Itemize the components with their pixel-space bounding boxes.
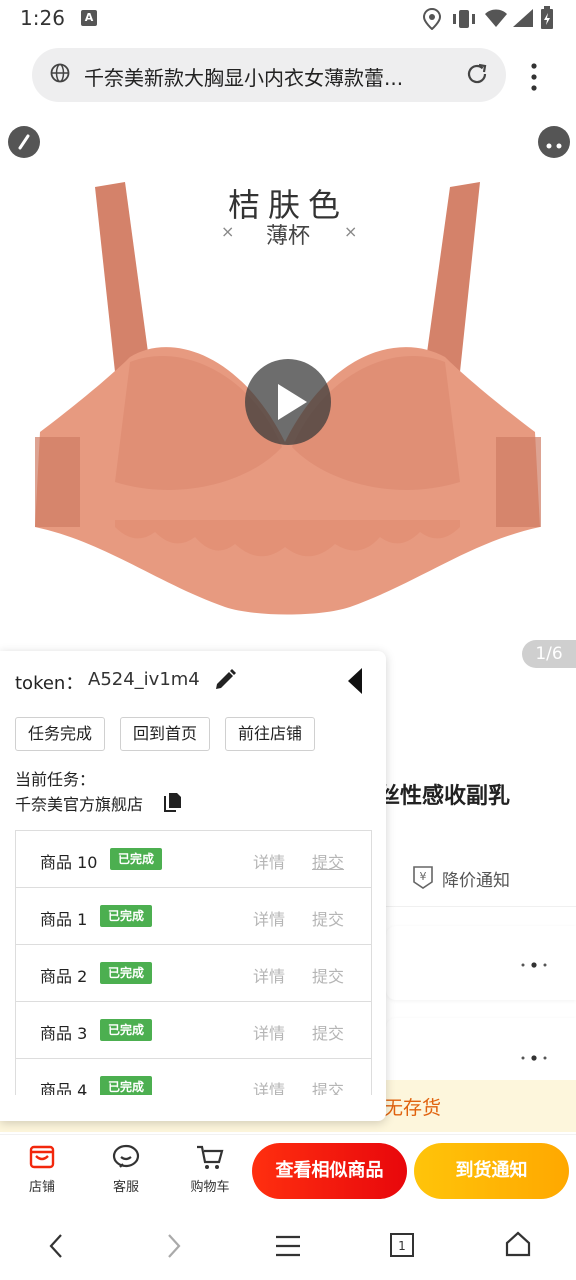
more-dots-icon[interactable] (520, 1055, 550, 1061)
detail-link[interactable]: 详情 (253, 906, 285, 930)
status-time: 1:26 (20, 6, 65, 30)
nav-back-icon[interactable] (44, 1232, 68, 1260)
submit-link[interactable]: 提交 (312, 1020, 344, 1044)
go-store-button[interactable]: 前往店铺 (225, 717, 315, 751)
list-item: 商品 10 已完成 详情 提交 (16, 831, 371, 888)
notification-a-icon: A (81, 10, 97, 26)
item-list: 商品 10 已完成 详情 提交 商品 1 已完成 详情 提交 商品 2 已完成 … (15, 830, 372, 1095)
status-badge: 已完成 (100, 1019, 153, 1041)
color-subtitle: 薄杯 (265, 224, 310, 249)
back-arrow-icon (18, 134, 30, 150)
item-name: 商品 10 (40, 853, 98, 872)
token-value: A524_iv1m4 (88, 669, 200, 690)
back-button[interactable] (8, 126, 40, 158)
shop-tool[interactable]: 店铺 (14, 1142, 70, 1195)
product-title-fragment: 丝性感收副乳 (378, 784, 511, 809)
cart-tool[interactable]: 购物车 (182, 1142, 238, 1195)
vibrate-icon (453, 10, 475, 28)
service-icon (112, 1144, 140, 1168)
nav-forward-icon[interactable] (162, 1232, 186, 1260)
token-label: token： (15, 673, 84, 694)
svg-text:¥: ¥ (420, 870, 427, 883)
pencil-icon[interactable] (213, 668, 237, 692)
back-home-button[interactable]: 回到首页 (120, 717, 210, 751)
cart-label: 购物车 (190, 1180, 230, 1195)
signal-icon (513, 9, 533, 27)
list-item: 商品 1 已完成 详情 提交 (16, 888, 371, 945)
more-dots-icon (546, 143, 562, 149)
detail-link[interactable]: 详情 (253, 1077, 285, 1095)
x-mark-left: × (221, 222, 235, 241)
detail-link[interactable]: 详情 (253, 849, 285, 873)
arrival-notice-button[interactable]: 到货通知 (414, 1143, 569, 1199)
copy-icon[interactable] (164, 792, 182, 812)
price-notice-label[interactable]: 降价通知 (442, 866, 510, 891)
current-task-value: 千奈美官方旗舰店 (15, 795, 144, 814)
item-name: 商品 1 (40, 910, 88, 929)
svg-text:1: 1 (398, 1239, 406, 1253)
submit-link[interactable]: 提交 (312, 906, 344, 930)
url-text[interactable]: 千奈美新款大胸显小内衣女薄款蕾... (84, 62, 434, 91)
list-item: 商品 2 已完成 详情 提交 (16, 945, 371, 1002)
item-name: 商品 3 (40, 1024, 88, 1043)
more-dots-icon[interactable] (520, 962, 550, 968)
item-name: 商品 2 (40, 967, 88, 986)
status-badge: 已完成 (100, 962, 153, 984)
nav-menu-icon[interactable] (274, 1232, 302, 1260)
option-card[interactable] (386, 1018, 576, 1080)
submit-link[interactable]: 提交 (312, 963, 344, 987)
task-complete-button[interactable]: 任务完成 (15, 717, 105, 751)
current-task-label: 当前任务： (15, 770, 96, 789)
system-nav-bar: 1 (0, 1212, 576, 1280)
more-button[interactable] (538, 126, 570, 158)
globe-icon (50, 63, 70, 83)
stock-status: 无存货 (384, 1097, 442, 1119)
cart-icon (197, 1145, 224, 1169)
detail-link[interactable]: 详情 (253, 963, 285, 987)
nav-tabs-icon[interactable]: 1 (389, 1232, 415, 1258)
status-badge: 已完成 (100, 905, 153, 927)
shop-icon (29, 1145, 55, 1169)
status-bar: 1:26 A (0, 0, 576, 38)
play-icon (278, 384, 307, 420)
service-tool[interactable]: 客服 (98, 1142, 154, 1195)
list-item: 商品 3 已完成 详情 提交 (16, 1002, 371, 1059)
battery-icon (541, 6, 553, 29)
video-play-button[interactable] (245, 359, 331, 445)
task-panel: token： A524_iv1m4 任务完成 回到首页 前往店铺 当前任务： 千… (0, 651, 386, 1121)
shop-label: 店铺 (28, 1180, 55, 1195)
service-label: 客服 (112, 1180, 139, 1195)
wifi-icon (485, 9, 507, 27)
status-badge: 已完成 (110, 848, 163, 870)
view-similar-button[interactable]: 查看相似商品 (252, 1143, 407, 1199)
image-pager: 1/6 (522, 640, 576, 668)
kebab-menu-icon[interactable] (528, 62, 540, 92)
submit-link[interactable]: 提交 (312, 849, 344, 873)
x-mark-right: × (344, 222, 358, 241)
price-tag-icon[interactable]: ¥ (412, 864, 434, 890)
list-item: 商品 4 已完成 详情 提交 (16, 1059, 371, 1095)
location-icon (422, 8, 442, 30)
url-bar[interactable]: 千奈美新款大胸显小内衣女薄款蕾... (32, 48, 506, 102)
reload-icon[interactable] (464, 61, 490, 87)
nav-home-icon[interactable] (504, 1230, 532, 1258)
submit-link[interactable]: 提交 (312, 1077, 344, 1095)
collapse-icon[interactable] (346, 667, 364, 695)
detail-link[interactable]: 详情 (253, 1020, 285, 1044)
divider (386, 906, 576, 907)
status-badge: 已完成 (100, 1076, 153, 1095)
item-name: 商品 4 (40, 1081, 88, 1095)
